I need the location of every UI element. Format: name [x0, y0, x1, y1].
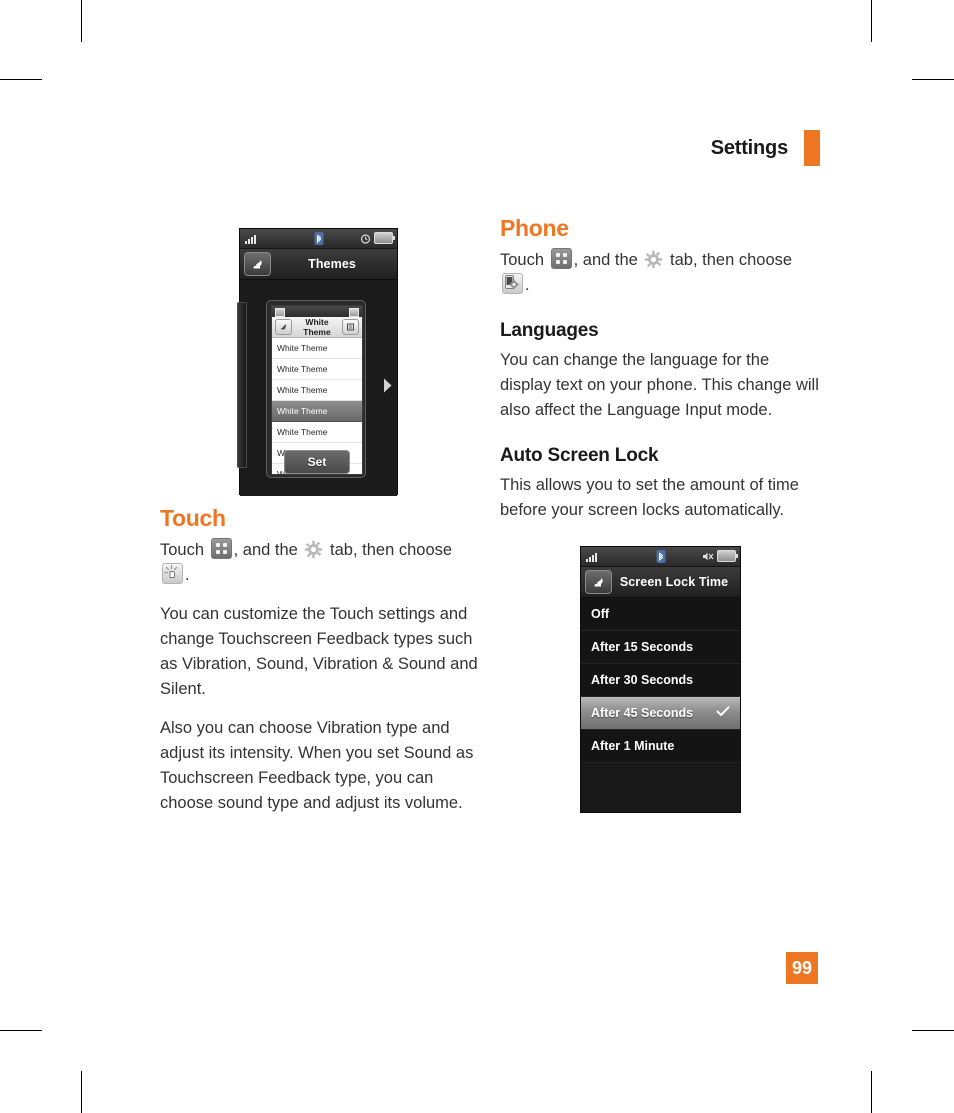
gear-icon — [304, 540, 323, 559]
list-item[interactable]: White Theme — [272, 422, 362, 443]
crop-mark-top-left-horizontal — [0, 79, 42, 80]
check-icon — [716, 706, 730, 721]
crop-mark-top-right-vertical — [871, 0, 872, 42]
phone-instruction-end: . — [525, 276, 530, 294]
screen-lock-time-title: Screen Lock Time — [619, 575, 729, 589]
themes-left-strip — [237, 302, 247, 468]
page-title: Settings — [710, 136, 788, 159]
option-label: After 45 Seconds — [591, 706, 694, 720]
list-item[interactable]: White Theme — [272, 338, 362, 359]
touch-instruction-post: tab, then choose — [330, 541, 453, 559]
languages-paragraph: You can change the language for the disp… — [500, 351, 819, 419]
back-arrow-icon[interactable] — [244, 252, 271, 276]
crop-mark-bottom-left-vertical — [81, 1071, 82, 1113]
mute-icon — [703, 552, 714, 560]
themes-statusbar — [240, 229, 397, 249]
touch-heading: Touch — [160, 505, 226, 531]
signal-bars-icon — [586, 553, 597, 562]
apps-grid-icon — [550, 248, 572, 269]
phone-heading: Phone — [500, 215, 569, 241]
touch-paragraph-1: You can customize the Touch settings and… — [160, 605, 478, 698]
option-row-selected[interactable]: After 45 Seconds — [581, 697, 740, 730]
touch-paragraph-2: Also you can choose Vibration type and a… — [160, 719, 474, 812]
option-label: After 30 Seconds — [591, 673, 694, 687]
languages-heading: Languages — [500, 320, 599, 341]
preview-statusbar — [272, 306, 362, 317]
crop-mark-bottom-left-horizontal — [0, 1030, 42, 1031]
crop-mark-bottom-right-vertical — [871, 1071, 872, 1113]
lock-statusbar — [581, 547, 740, 567]
preview-battery-icon — [349, 308, 359, 317]
phone-settings-icon — [502, 273, 523, 294]
touch-instruction-mid: , and the — [233, 541, 298, 559]
themes-status-right — [360, 232, 395, 244]
phone-instruction-mid: , and the — [573, 251, 638, 269]
list-item-selected[interactable]: White Theme — [272, 401, 362, 422]
option-row[interactable]: Off — [581, 598, 740, 631]
lock-status-right — [702, 550, 738, 562]
back-arrow-icon[interactable] — [275, 319, 292, 335]
back-arrow-icon[interactable] — [585, 570, 612, 594]
battery-icon — [717, 550, 738, 562]
phone-instruction-pre: Touch — [500, 251, 545, 269]
apps-grid-icon — [210, 538, 232, 559]
option-row[interactable]: After 15 Seconds — [581, 631, 740, 664]
alarm-icon — [360, 233, 371, 244]
right-column: Phone Touch , and the tab, then choose .… — [500, 215, 820, 537]
preview-title: White Theme — [303, 317, 331, 337]
screen-lock-options-list: Off After 15 Seconds After 30 Seconds Af… — [581, 598, 740, 763]
touch-instruction-pre: Touch — [160, 541, 205, 559]
touch-instruction: Touch , and the tab, then choose . — [160, 538, 480, 588]
crop-mark-bottom-right-horizontal — [912, 1030, 954, 1031]
touch-feedback-icon — [162, 563, 183, 584]
themes-body: White Theme White Theme White Theme Whit… — [237, 280, 397, 496]
themes-titlebar: Themes — [240, 249, 397, 280]
themes-screenshot: Themes White Theme White Theme White The… — [237, 228, 398, 496]
option-row[interactable]: After 1 Minute — [581, 730, 740, 763]
option-label: After 1 Minute — [591, 739, 675, 753]
chevron-right-icon[interactable] — [382, 378, 393, 399]
option-row[interactable]: After 30 Seconds — [581, 664, 740, 697]
crop-mark-top-left-vertical — [81, 0, 82, 42]
preview-titlebar: White Theme — [272, 317, 362, 338]
auto-screen-lock-paragraph: This allows you to set the amount of tim… — [500, 476, 799, 519]
menu-icon[interactable] — [342, 319, 359, 335]
gear-icon — [644, 250, 663, 269]
screen-lock-time-screenshot: Screen Lock Time Off After 15 Seconds Af… — [580, 546, 741, 813]
list-item[interactable]: White Theme — [272, 380, 362, 401]
bluetooth-icon — [656, 550, 665, 568]
option-label: Off — [591, 607, 610, 621]
header-accent-tab — [804, 130, 820, 166]
page-number-badge: 99 — [786, 952, 818, 984]
touch-instruction-end: . — [185, 566, 190, 584]
phone-instruction: Touch , and the tab, then choose . — [500, 248, 820, 298]
lock-titlebar: Screen Lock Time — [581, 567, 740, 598]
page-header: Settings — [711, 130, 820, 166]
bluetooth-icon — [314, 232, 323, 250]
phone-instruction-post: tab, then choose — [670, 251, 793, 269]
list-item[interactable]: White Theme — [272, 359, 362, 380]
crop-mark-top-right-horizontal — [912, 79, 954, 80]
preview-signal-icon — [275, 308, 285, 317]
themes-title: Themes — [308, 257, 356, 271]
auto-screen-lock-heading: Auto Screen Lock — [500, 445, 659, 466]
signal-bars-icon — [245, 235, 256, 244]
option-label: After 15 Seconds — [591, 640, 694, 654]
set-button[interactable]: Set — [284, 450, 350, 474]
battery-icon — [374, 232, 395, 244]
